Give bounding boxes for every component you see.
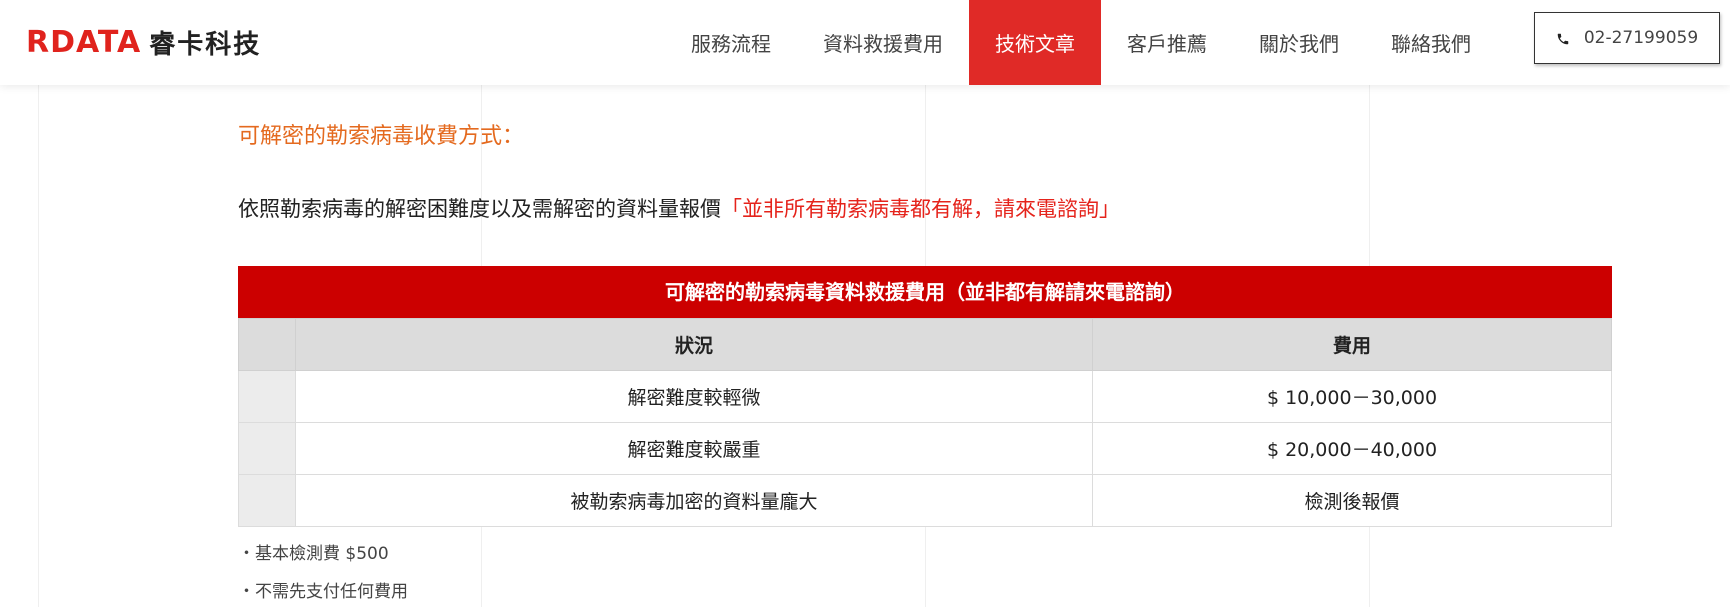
fee-cell: $ 20,000－40,000 [1092,422,1612,475]
nav-item-tech-articles[interactable]: 技術文章 [969,0,1101,85]
table-row: 解密難度較嚴重 $ 20,000－40,000 [238,422,1612,475]
fee-cell: $ 10,000－30,000 [1092,370,1612,423]
logo-text: 睿卡科技 [149,29,262,60]
fee-table: 可解密的勒索病毒資料救援費用（並非都有解請來電諮詢） 狀況 費用 解密難度較輕微… [238,266,1612,527]
fee-cell: 檢測後報價 [1092,474,1612,527]
fee-table-caption: 可解密的勒索病毒資料救援費用（並非都有解請來電諮詢） [238,266,1612,318]
intro-paragraph: 依照勒索病毒的解密困難度以及需解密的資料量報價「並非所有勒索病毒都有解，請來電諮… [238,193,1120,223]
column-header-index [238,318,296,371]
column-header-status: 狀況 [295,318,1093,371]
phone-icon [1556,31,1570,45]
background-gridline [38,85,39,607]
site-header: RDATA 睿卡科技 服務流程 資料救援費用 技術文章 客戶推薦 關於我們 聯絡… [0,0,1730,85]
nav-item-about-us[interactable]: 關於我們 [1233,0,1365,85]
section-title: 可解密的勒索病毒收費方式： [238,124,525,149]
phone-button[interactable]: 02-27199059 [1534,12,1720,64]
column-header-fee: 費用 [1092,318,1612,371]
site-logo[interactable]: RDATA 睿卡科技 [26,22,261,62]
main-nav: 服務流程 資料救援費用 技術文章 客戶推薦 關於我們 聯絡我們 [665,0,1497,85]
nav-item-contact-us[interactable]: 聯絡我們 [1365,0,1497,85]
nav-item-recovery-fees[interactable]: 資料救援費用 [797,0,969,85]
row-index-cell [238,422,296,475]
table-header-row: 狀況 費用 [238,318,1612,371]
table-row: 解密難度較輕微 $ 10,000－30,000 [238,370,1612,423]
note-item: ・基本檢測費 $500 [238,544,389,564]
status-cell: 解密難度較嚴重 [295,422,1093,475]
status-cell: 被勒索病毒加密的資料量龐大 [295,474,1093,527]
nav-item-service-flow[interactable]: 服務流程 [665,0,797,85]
note-item: ・不需先支付任何費用 [238,582,408,602]
nav-item-testimonials[interactable]: 客戶推薦 [1101,0,1233,85]
phone-number: 02-27199059 [1583,28,1699,48]
logo-mark: RDATA [26,24,142,60]
status-cell: 解密難度較輕微 [295,370,1093,423]
fee-notes: ・基本檢測費 $500 ・不需先支付任何費用 [238,535,408,611]
intro-text: 依照勒索病毒的解密困難度以及需解密的資料量報價 [238,197,721,221]
row-index-cell [238,474,296,527]
row-index-cell [238,370,296,423]
table-row: 被勒索病毒加密的資料量龐大 檢測後報價 [238,474,1612,527]
intro-highlight: 「並非所有勒索病毒都有解，請來電諮詢」 [721,197,1120,221]
